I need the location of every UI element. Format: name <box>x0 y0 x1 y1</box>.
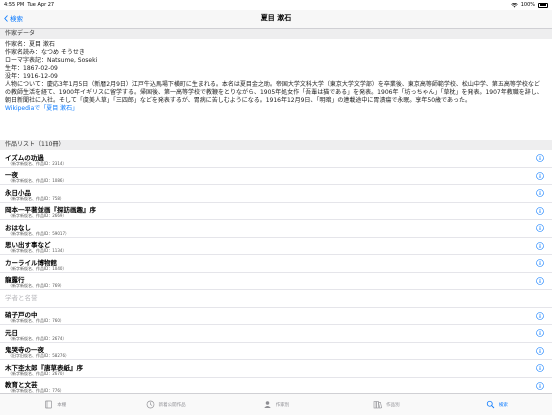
work-title: 学者と名誉 <box>5 293 38 302</box>
status-indicators: 100% <box>510 0 548 10</box>
work-row[interactable]: 鬼哭寺の一夜 （旧字旧仮名、作品ID：58276） <box>0 343 552 360</box>
book-icon <box>45 400 53 409</box>
work-subtitle: （新字新仮名、作品ID：769） <box>8 283 64 288</box>
clock-icon <box>146 400 154 409</box>
info-icon[interactable] <box>536 346 544 355</box>
author-reading: 作家名読み：なつめ そうせき <box>5 49 85 56</box>
tab-label: 新着公開作品 <box>158 402 186 408</box>
work-row[interactable]: イズムの功過 （新字新仮名、作品ID：2314） <box>0 150 552 168</box>
work-subtitle: （新字新仮名、作品ID：1086） <box>8 178 67 183</box>
author-death: 没年：1916-12-09 <box>5 73 58 80</box>
battery-percent: 100% <box>520 2 535 8</box>
tab-label: 本棚 <box>57 402 67 408</box>
wikipedia-link[interactable]: Wikipediaで「夏目 漱石」 <box>5 105 545 113</box>
books-icon <box>373 401 383 409</box>
work-row[interactable]: カーライル博物館 （新字新仮名、作品ID：1040） <box>0 255 552 273</box>
work-row[interactable]: 学者と名誉 <box>0 290 552 308</box>
page-title: 夏目 漱石 <box>260 14 292 22</box>
info-icon[interactable] <box>536 259 544 267</box>
info-icon[interactable] <box>536 241 544 250</box>
author-name: 作家名：夏目 漱石 <box>5 41 55 48</box>
work-row[interactable]: 思い出す事など （新字新仮名、作品ID：1134） <box>0 238 552 255</box>
info-icon[interactable] <box>536 311 544 320</box>
info-icon[interactable] <box>536 381 544 390</box>
work-subtitle: （新字新仮名、作品ID：1040） <box>8 265 67 271</box>
work-subtitle: （旧字旧仮名、作品ID：58276） <box>8 353 69 358</box>
author-info: 作家名：夏目 漱石 作家名読み：なつめ そうせき ローマ字表記：Natsume,… <box>5 41 545 113</box>
tab-label: 作品別 <box>386 402 400 408</box>
works-section-header: 作品リスト（110冊） <box>0 140 552 150</box>
tab-person[interactable]: 作家別 <box>221 394 331 415</box>
author-romaji: ローマ字表記：Natsume, Soseki <box>5 57 98 64</box>
info-icon[interactable] <box>536 276 544 285</box>
work-row[interactable]: 岡本一平著並画『探訪画趣』序 （新字新仮名、作品ID：2669） <box>0 203 552 220</box>
info-icon[interactable] <box>536 224 544 232</box>
work-subtitle: （新字新仮名、作品ID：59017） <box>8 230 69 236</box>
status-bar: 4:55 PM Tue Apr 27 100% <box>0 0 552 10</box>
info-icon[interactable] <box>536 171 544 180</box>
battery-icon <box>538 2 548 8</box>
work-subtitle: （新字新仮名、作品ID：1134） <box>8 248 67 253</box>
info-icon[interactable] <box>536 206 544 215</box>
work-row[interactable]: 木下杢太郎『唐草表紙』序 （新字新仮名、作品ID：2670） <box>0 360 552 378</box>
author-section-header: 作家データ <box>0 29 552 39</box>
work-list: イズムの功過 （新字新仮名、作品ID：2314） 一夜 （新字新仮名、作品ID：108… <box>0 150 552 413</box>
work-subtitle: （新字新仮名、作品ID：760） <box>8 318 64 323</box>
search-icon <box>486 400 495 409</box>
status-date: Tue Apr 27 <box>27 2 55 8</box>
work-row[interactable]: 硝子戸の中 （新字新仮名、作品ID：760） <box>0 308 552 325</box>
status-time: 4:55 PM <box>4 2 25 8</box>
tab-books[interactable]: 作品別 <box>331 394 441 415</box>
work-row[interactable]: 永日小品 （新字新仮名、作品ID：758） <box>0 185 552 203</box>
work-subtitle: （新字新仮名、作品ID：758） <box>8 195 64 201</box>
tab-search[interactable]: 検索 <box>442 394 552 415</box>
tab-clock[interactable]: 新着公開作品 <box>110 394 220 415</box>
author-bio: 人物について：慶応3年1月5日（新暦2月9日）江戸牛込馬場下横町に生まれる。本名… <box>5 81 543 104</box>
work-subtitle: （新字新仮名、作品ID：2670） <box>8 370 67 376</box>
status-time-date: 4:55 PM Tue Apr 27 <box>4 0 54 10</box>
info-icon[interactable] <box>536 189 544 197</box>
tab-label: 作家別 <box>275 402 290 408</box>
work-subtitle: （新字新仮名、作品ID：2314） <box>8 160 67 166</box>
work-row[interactable]: 元日 （新字新仮名、作品ID：2674） <box>0 325 552 343</box>
wifi-icon <box>510 2 518 7</box>
author-birth: 生年：1867-02-09 <box>5 65 58 72</box>
tab-bar: 本棚 新着公開作品 作家別 作品別 検索 <box>0 393 552 415</box>
work-subtitle: （新字新仮名、作品ID：2674） <box>8 335 67 341</box>
tab-book[interactable]: 本棚 <box>0 394 110 415</box>
work-row[interactable]: おはなし （新字新仮名、作品ID：59017） <box>0 220 552 238</box>
info-icon[interactable] <box>536 329 544 337</box>
work-row[interactable]: 一夜 （新字新仮名、作品ID：1086） <box>0 168 552 185</box>
work-subtitle: （新字新仮名、作品ID：2669） <box>8 213 67 218</box>
tab-label: 検索 <box>498 402 508 408</box>
person-icon <box>264 401 271 408</box>
info-icon[interactable] <box>536 364 544 372</box>
info-icon[interactable] <box>536 154 544 162</box>
work-row[interactable]: 龍露行 （新字新仮名、作品ID：769） <box>0 273 552 290</box>
navigation-bar: 検索 夏目 漱石 <box>0 10 552 29</box>
